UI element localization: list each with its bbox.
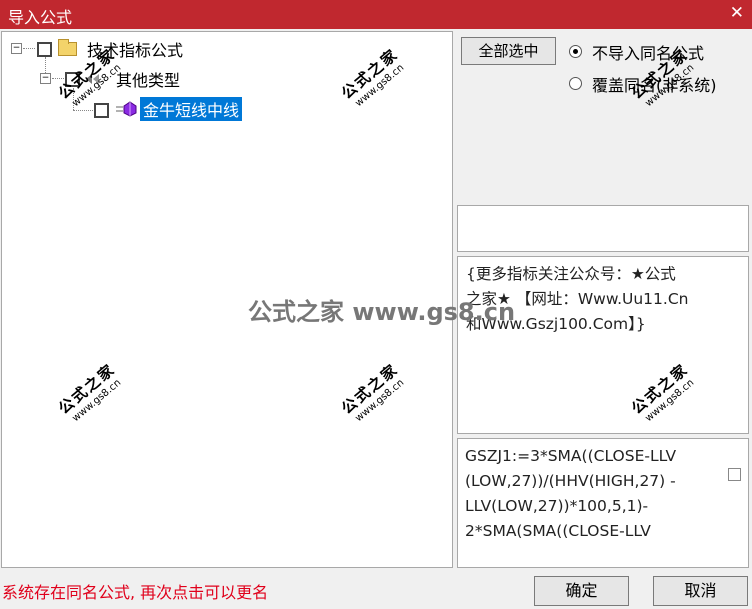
tree-category-label[interactable]: 其他类型 [116,67,180,91]
cancel-button[interactable]: 取消 [653,576,748,606]
ok-button[interactable]: 确定 [534,576,629,606]
folder-icon [58,39,77,56]
tree-item-label[interactable]: 金牛短线中线 [140,97,243,121]
root-collapse-icon[interactable]: − [11,43,22,54]
category-collapse-icon[interactable]: − [40,73,51,84]
tree-connector [23,48,35,49]
radio-overwrite-label[interactable]: 覆盖同名(非系统) [592,72,717,96]
category-checkbox[interactable] [65,72,80,87]
radio-skip-label[interactable]: 不导入同名公式 [592,40,704,64]
radio-skip-same-name[interactable] [569,45,582,58]
formula-code-text: GSZJ1:=3*SMA((CLOSE-LLV (LOW,27))/(HHV(H… [465,447,677,540]
category-icon [86,74,99,84]
tree-root-label[interactable]: 技术指标公式 [87,37,183,61]
close-icon[interactable]: ✕ [730,3,744,23]
code-checkbox[interactable] [728,468,741,481]
window-title: 导入公式 [8,8,73,27]
tree-connector [73,88,74,110]
description-box[interactable]: {更多指标关注公众号：★公式 之家★ 【网址：Www.Uu11.Cn 和Www.… [457,256,749,434]
title-bar: 导入公式 ✕ [0,0,752,29]
root-checkbox[interactable] [37,42,52,57]
empty-field[interactable] [457,205,749,252]
radio-overwrite-same-name[interactable] [569,77,582,90]
formula-tree[interactable]: − 技术指标公式 − 其他类型 金牛短线中线 [1,31,453,568]
item-checkbox[interactable] [94,103,109,118]
formula-icon [116,101,137,117]
tree-connector [73,110,93,111]
formula-code-box[interactable]: GSZJ1:=3*SMA((CLOSE-LLV (LOW,27))/(HHV(H… [457,438,749,568]
tree-connector [52,78,64,79]
description-text: {更多指标关注公众号：★公式 之家★ 【网址：Www.Uu11.Cn 和Www.… [466,265,689,333]
select-all-button[interactable]: 全部选中 [461,37,556,65]
status-message: 系统存在同名公式, 再次点击可以更名 [2,583,269,602]
